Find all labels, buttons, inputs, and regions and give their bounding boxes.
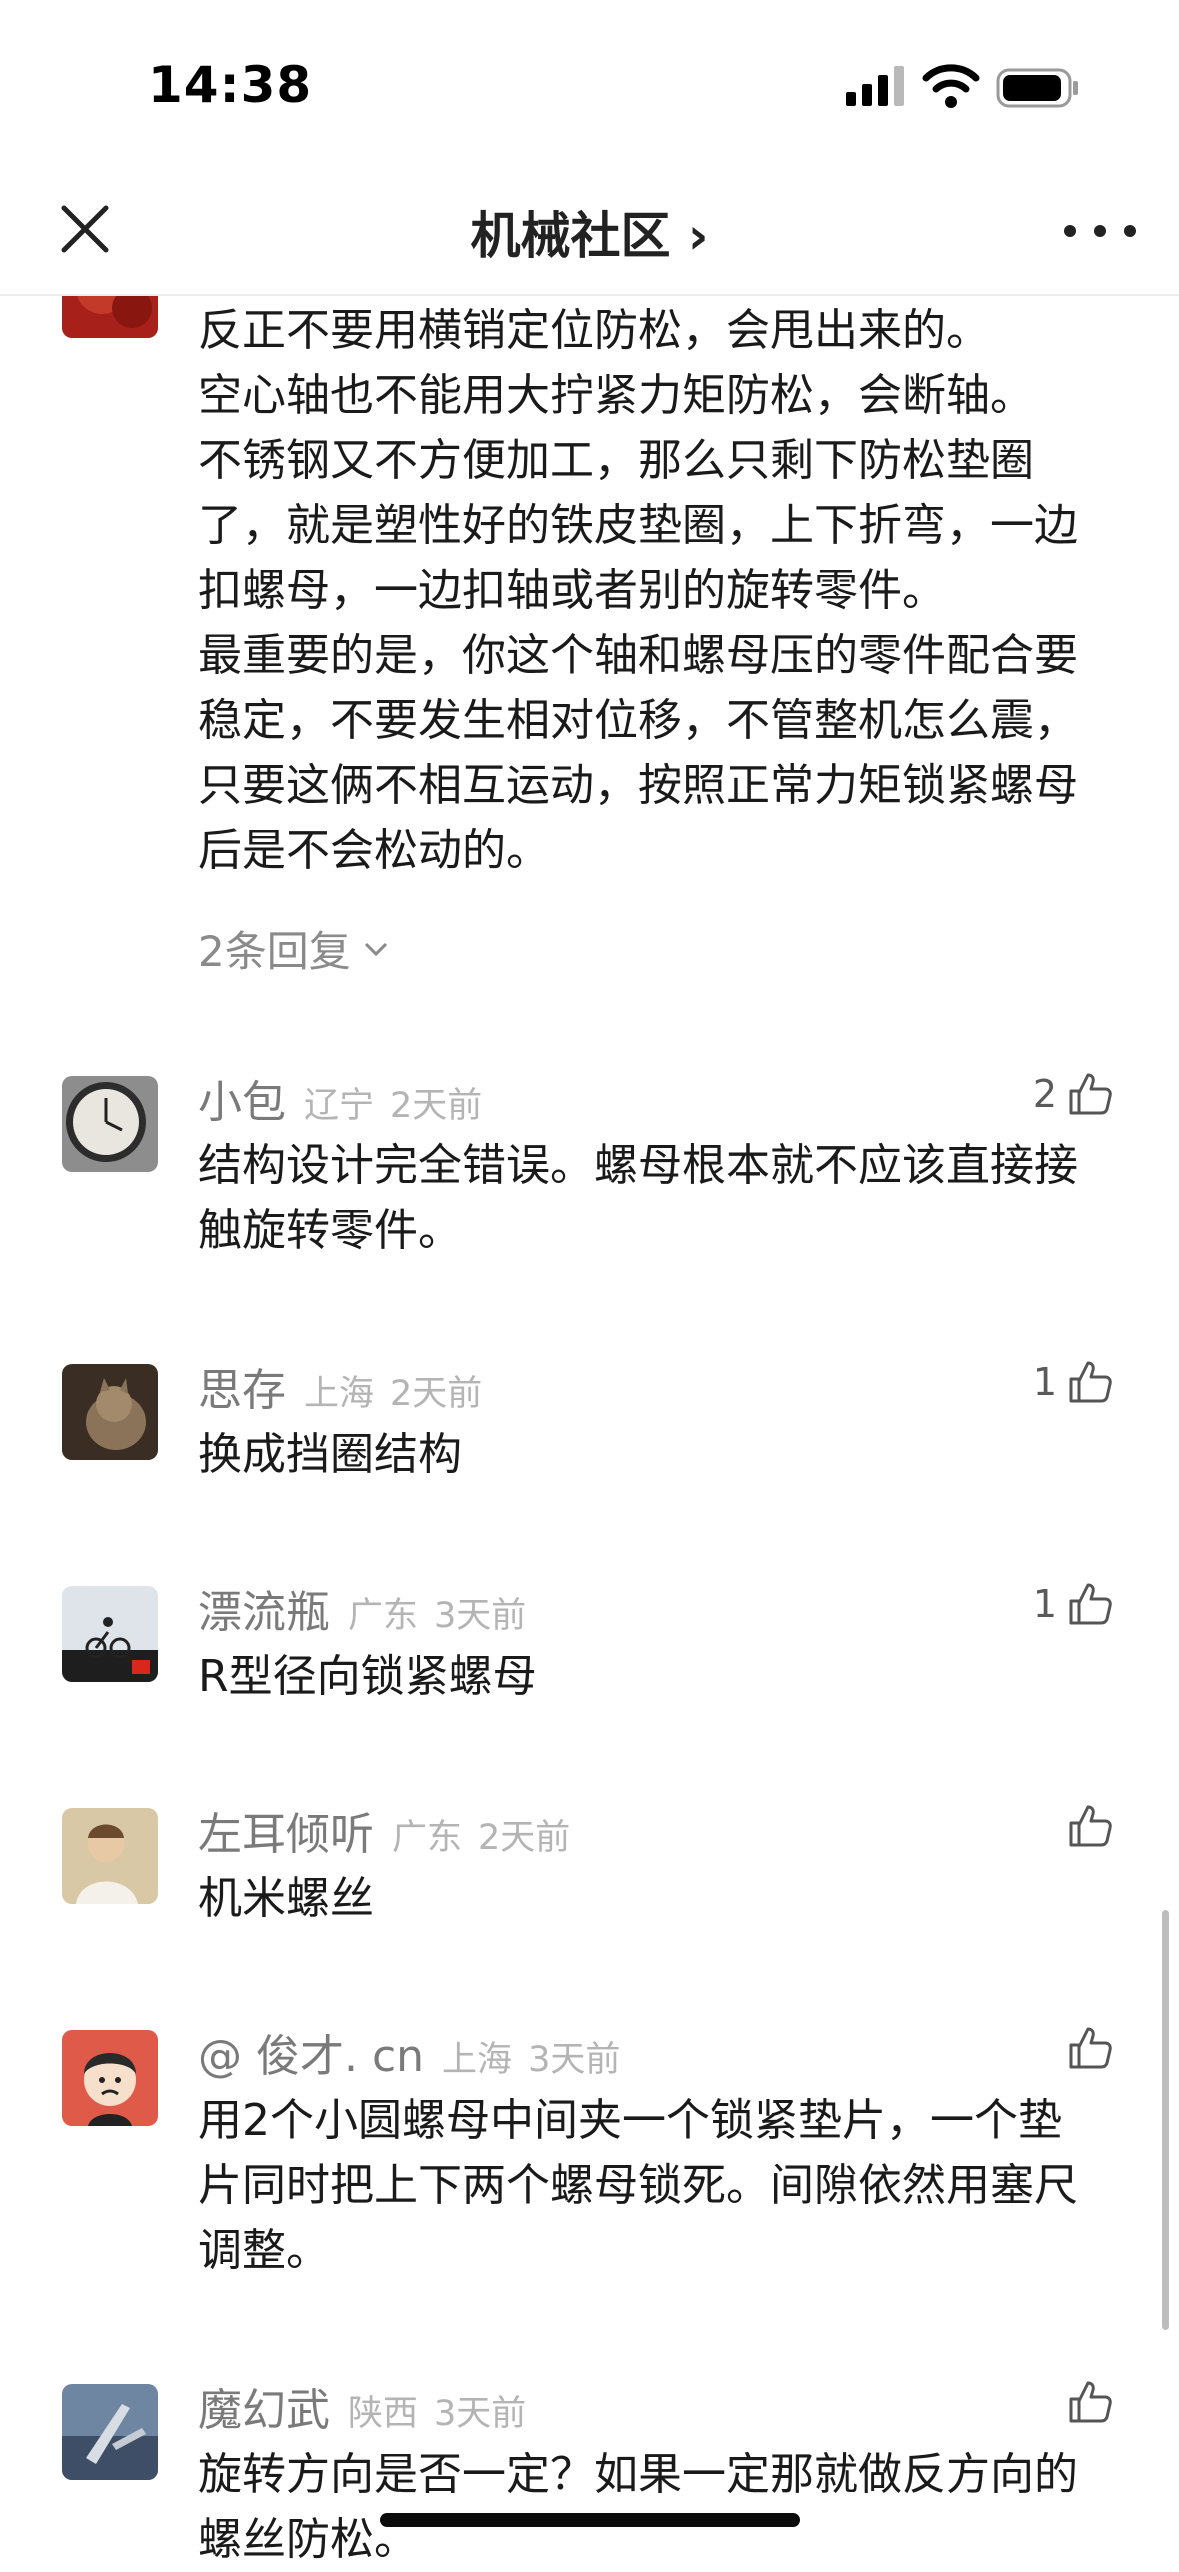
like-button[interactable]: [1057, 1798, 1115, 1854]
comment-meta: 思存 上海 2天前: [198, 1354, 483, 1416]
comment-meta: 漂流瓶 广东 3天前: [198, 1576, 527, 1638]
comment-time: 3天前: [528, 2040, 621, 2080]
thumbs-up-icon: [1069, 2027, 1112, 2069]
wifi-icon: [922, 64, 980, 108]
user-region: 广东: [348, 1596, 419, 1636]
cellular-signal-icon: [846, 66, 904, 106]
comment-text: 结构设计完全错误。螺母根本就不应该直接接 触旋转零件。: [198, 1140, 1078, 1256]
comment-time: 2天前: [390, 1374, 483, 1414]
user-name[interactable]: @ 俊才. cn: [198, 2020, 424, 2084]
like-button[interactable]: 1: [1033, 1576, 1115, 1632]
comment-time: 3天前: [434, 1596, 527, 1636]
thumbs-up-icon: [1069, 2381, 1112, 2423]
comment-meta: @ 俊才. cn 上海 3天前: [198, 2020, 621, 2082]
user-name[interactable]: 漂流瓶: [198, 1576, 330, 1640]
comment-feed[interactable]: 反正不要用横销定位防松，会甩出来的。 空心轴也不能用大拧紧力矩防松，会断轴。 不…: [0, 0, 1179, 2565]
user-name[interactable]: 思存: [198, 1354, 286, 1418]
like-button[interactable]: [1057, 2374, 1115, 2430]
avatar[interactable]: [62, 2030, 158, 2126]
like-count: 1: [1032, 1360, 1057, 1404]
scrollbar[interactable]: [1162, 1910, 1169, 2330]
home-indicator[interactable]: [380, 2513, 800, 2527]
status-bar: 14:38: [0, 0, 1179, 170]
avatar[interactable]: [62, 1586, 158, 1682]
thumbs-up-icon: [1069, 1805, 1112, 1847]
more-options-icon[interactable]: [1060, 216, 1140, 246]
user-region: 上海: [304, 1374, 375, 1414]
comment-text: 反正不要用横销定位防松，会甩出来的。 空心轴也不能用大拧紧力矩防松，会断轴。 不…: [198, 305, 1078, 876]
comment-text: 旋转方向是否一定？如果一定那就做反方向的 螺丝防松。: [198, 2449, 1078, 2565]
battery-icon: [996, 68, 1078, 108]
avatar[interactable]: [62, 1364, 158, 1460]
comment-text: 换成挡圈结构: [198, 1429, 462, 1480]
view-replies-link[interactable]: 2条回复: [198, 918, 389, 979]
user-region: 广东: [392, 1818, 463, 1858]
comment-meta: 魔幻武 陕西 3天前: [198, 2374, 527, 2436]
user-name[interactable]: 小包: [198, 1066, 286, 1130]
user-region: 辽宁: [304, 1086, 375, 1126]
replies-label: 2条回复: [198, 927, 351, 976]
comment-meta: 左耳倾听 广东 2天前: [198, 1798, 571, 1860]
user-region: 陕西: [348, 2394, 419, 2434]
like-count: 1: [1032, 1582, 1057, 1626]
like-button[interactable]: 1: [1033, 1354, 1115, 1410]
comment-time: 2天前: [390, 1086, 483, 1126]
community-title-link[interactable]: 机械社区 ›: [0, 196, 1179, 268]
thumbs-up-icon: [1069, 1073, 1112, 1115]
user-region: 上海: [442, 2040, 513, 2080]
like-button[interactable]: [1057, 2020, 1115, 2076]
chevron-down-icon: [364, 942, 387, 956]
comment-time: 2天前: [478, 1818, 571, 1858]
comment-text: R型径向锁紧螺母: [198, 1651, 537, 1702]
avatar[interactable]: [62, 1076, 158, 1172]
nav-bar: 机械社区 ›: [0, 170, 1179, 296]
thumbs-up-icon: [1069, 1361, 1112, 1403]
comment-time: 3天前: [434, 2394, 527, 2434]
like-button[interactable]: 2: [1033, 1066, 1115, 1122]
comment-meta: 小包 辽宁 2天前: [198, 1066, 483, 1128]
status-time: 14:38: [148, 56, 313, 114]
comment-text: 机米螺丝: [198, 1873, 374, 1924]
avatar[interactable]: [62, 2384, 158, 2480]
user-name[interactable]: 魔幻武: [198, 2374, 330, 2438]
comment-text: 用2个小圆螺母中间夹一个锁紧垫片，一个垫 片同时把上下两个螺母锁死。间隙依然用塞…: [198, 2095, 1078, 2276]
like-count: 2: [1032, 1072, 1057, 1116]
thumbs-up-icon: [1069, 1583, 1112, 1625]
user-name[interactable]: 左耳倾听: [198, 1798, 374, 1862]
avatar[interactable]: [62, 1808, 158, 1904]
